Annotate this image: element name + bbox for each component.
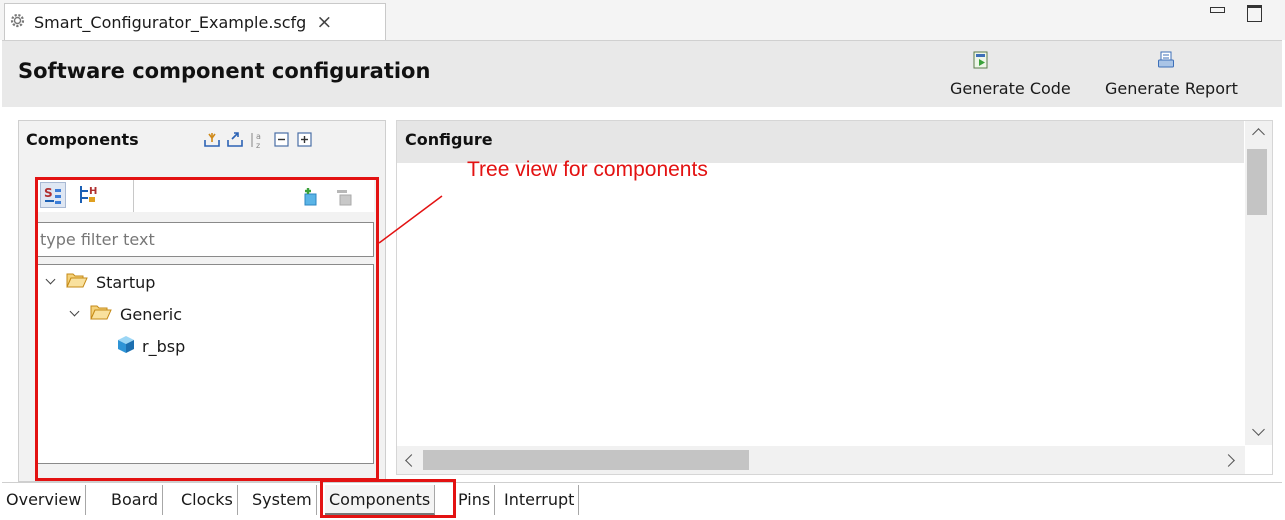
scroll-right-icon[interactable] (1222, 454, 1235, 467)
generate-code-icon (972, 51, 990, 73)
configure-header (397, 121, 1244, 163)
maximize-icon[interactable] (1245, 3, 1263, 22)
vertical-scroll-thumb[interactable] (1247, 149, 1267, 215)
editor-tab-strip: Smart_Configurator_Example.scfg × (0, 0, 1285, 40)
horizontal-scrollbar[interactable] (397, 446, 1245, 474)
horizontal-scroll-thumb[interactable] (423, 450, 749, 470)
tab-system[interactable]: System (248, 485, 317, 515)
tab-interrupt[interactable]: Interrupt (500, 485, 580, 515)
vertical-scrollbar[interactable] (1245, 121, 1272, 445)
close-icon[interactable]: × (316, 11, 332, 33)
import-icon[interactable] (203, 131, 221, 149)
annotation-pointer-line (378, 195, 443, 244)
page-title: Software component configuration (18, 59, 431, 83)
generate-report-label: Generate Report (1105, 79, 1238, 98)
minimize-icon[interactable] (1208, 3, 1226, 19)
export-icon[interactable] (226, 131, 244, 149)
tab-pins[interactable]: Pins (454, 485, 496, 515)
annotation-tab-highlight (320, 479, 456, 518)
svg-text:z: z (256, 141, 260, 149)
sort-alpha-icon[interactable]: a z (249, 131, 267, 150)
expand-all-icon[interactable] (296, 131, 314, 149)
gear-icon (9, 12, 26, 33)
scroll-down-icon[interactable] (1252, 423, 1265, 436)
editor-tab[interactable]: Smart_Configurator_Example.scfg × (4, 3, 386, 40)
annotation-label: Tree view for components (467, 158, 708, 181)
configure-heading: Configure (405, 130, 493, 149)
annotation-highlight-box (35, 177, 379, 481)
scroll-up-icon[interactable] (1252, 128, 1265, 141)
tab-overview[interactable]: Overview (2, 485, 87, 515)
collapse-all-icon[interactable] (273, 131, 291, 149)
tab-board[interactable]: Board (107, 485, 164, 515)
scroll-left-icon[interactable] (405, 454, 418, 467)
editor-tab-title: Smart_Configurator_Example.scfg (34, 12, 307, 32)
generate-report-icon (1157, 51, 1175, 73)
bottom-tab-bar: Overview Board Clocks System Components … (2, 482, 1282, 520)
page-header: Software component configuration Generat… (2, 40, 1282, 107)
generate-code-button[interactable]: Generate Code (950, 51, 1071, 98)
svg-text:a: a (256, 132, 261, 141)
components-heading: Components (26, 130, 139, 149)
tab-clocks[interactable]: Clocks (177, 485, 238, 515)
generate-report-button[interactable]: Generate Report (1105, 51, 1238, 98)
generate-code-label: Generate Code (950, 79, 1071, 98)
